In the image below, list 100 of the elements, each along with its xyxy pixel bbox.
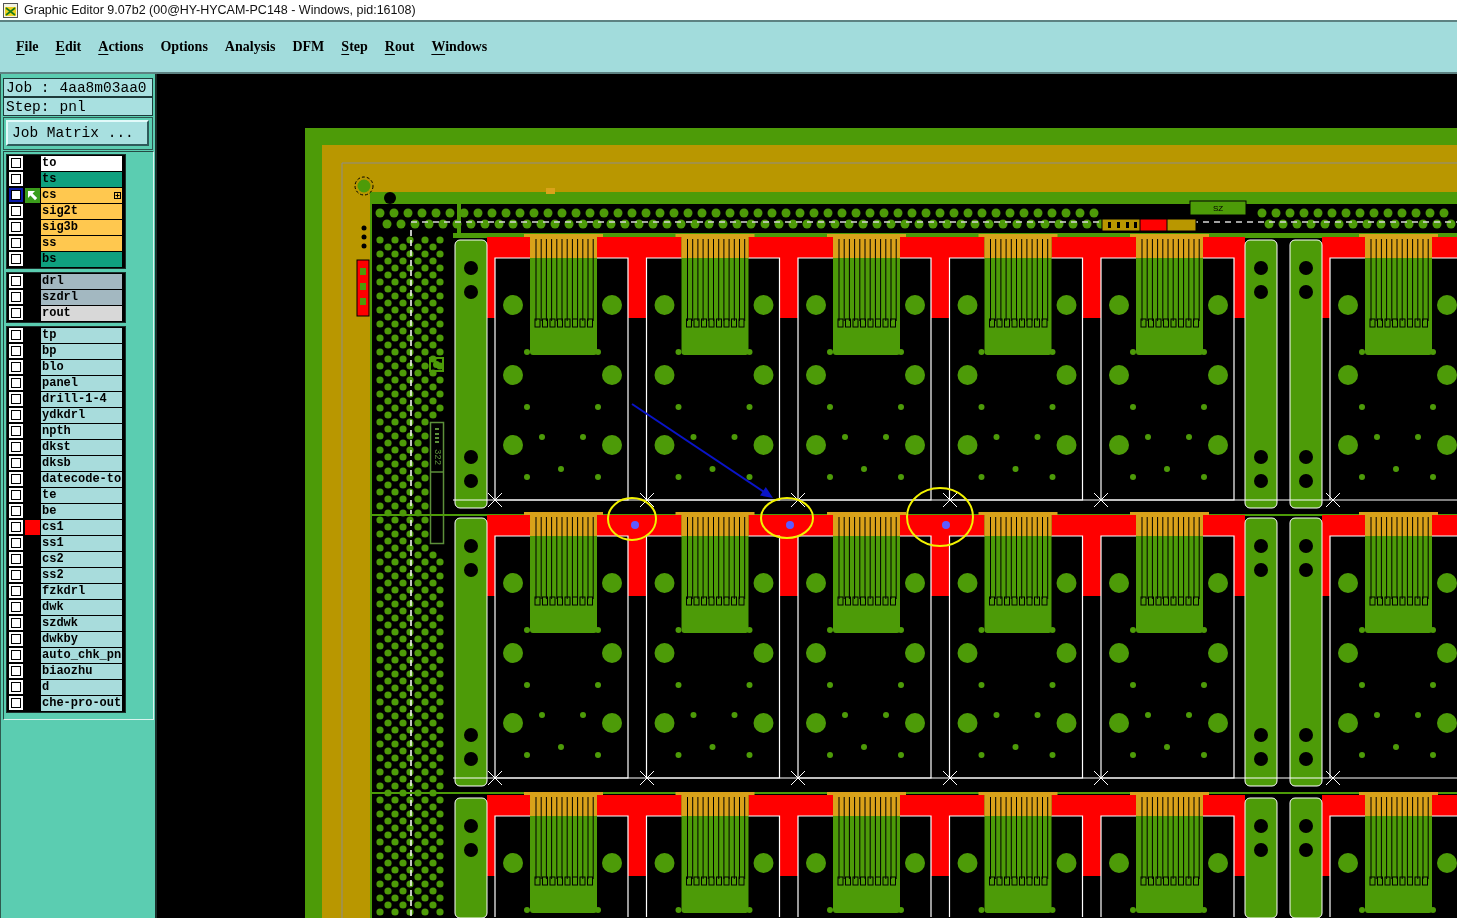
highlight-ellipse [607, 497, 657, 541]
layer-name[interactable]: drl [41, 274, 122, 289]
layer-name[interactable]: szdwk [41, 616, 122, 631]
layer-checkbox[interactable] [9, 290, 23, 304]
layer-name[interactable]: cs1 [41, 520, 122, 535]
layer-checkbox[interactable] [9, 344, 23, 358]
layer-checkbox[interactable] [9, 172, 23, 186]
layer-name[interactable]: rout [41, 306, 122, 321]
pad-icon [1437, 713, 1457, 733]
layer-checkbox[interactable] [9, 664, 23, 678]
layer-checkbox[interactable] [9, 472, 23, 486]
layer-name[interactable]: te [41, 488, 122, 503]
label-plate [1189, 200, 1247, 216]
layer-checkbox[interactable] [9, 328, 23, 342]
layer-checkbox[interactable] [9, 204, 23, 218]
layer-checkbox[interactable] [9, 552, 23, 566]
cross-mark-icon [790, 770, 806, 786]
layer-checkbox[interactable] [9, 236, 23, 250]
layer-checkbox[interactable] [9, 440, 23, 454]
job-matrix-button[interactable]: Job Matrix ... [6, 120, 149, 146]
layer-name[interactable]: fzkdrl [41, 584, 122, 599]
hole-icon [384, 192, 396, 204]
layer-name[interactable]: bs [41, 252, 122, 267]
layer-name[interactable]: panel [41, 376, 122, 391]
layer-name[interactable]: ts [41, 172, 122, 187]
layer-name[interactable]: to [41, 156, 122, 171]
layer-name[interactable]: cs [41, 188, 122, 203]
layer-name[interactable]: bp [41, 344, 122, 359]
layer-checkbox[interactable] [9, 424, 23, 438]
layer-checkbox[interactable] [9, 456, 23, 470]
cross-mark-icon [942, 492, 958, 508]
menu-item[interactable]: Edit [55, 39, 82, 55]
layer-checkbox[interactable] [9, 274, 23, 288]
menu-item[interactable]: Analysis [224, 39, 276, 55]
marker-dot-icon [786, 521, 794, 529]
layer-name[interactable]: cs2 [41, 552, 122, 567]
layer-name[interactable]: dkst [41, 440, 122, 455]
layer-name[interactable]: biaozhu [41, 664, 122, 679]
vertical-label: 322 [431, 448, 442, 466]
layer-checkbox[interactable] [9, 648, 23, 662]
layer-checkbox[interactable] [9, 376, 23, 390]
cross-mark-icon [1093, 492, 1109, 508]
menu-item[interactable]: Options [160, 39, 208, 55]
layer-checkbox[interactable] [9, 488, 23, 502]
menu-item[interactable]: Rout [384, 39, 415, 55]
layer-checkbox[interactable] [9, 408, 23, 422]
layer-checkbox[interactable] [9, 696, 23, 710]
layer-checkbox[interactable] [9, 584, 23, 598]
menu-item[interactable]: File [16, 39, 39, 55]
layer-name[interactable]: szdrl [41, 290, 122, 305]
menu-item[interactable]: Actions [98, 39, 144, 55]
layer-checkbox[interactable] [9, 632, 23, 646]
pad-icon [429, 357, 444, 372]
cross-mark-icon [1325, 770, 1341, 786]
cross-mark-icon [639, 492, 655, 508]
layer-name[interactable]: blo [41, 360, 122, 375]
pad-icon [1437, 573, 1457, 593]
job-label: Job : [6, 79, 50, 96]
layer-name[interactable]: d [41, 680, 122, 695]
layer-checkbox[interactable] [9, 680, 23, 694]
layer-name[interactable]: datecode-to [41, 472, 122, 487]
cross-mark-icon [487, 492, 503, 508]
menu-item[interactable]: Step [341, 39, 368, 55]
layer-checkbox[interactable] [9, 616, 23, 630]
layer-name[interactable]: che-pro-out [41, 696, 122, 711]
layer-name[interactable]: npth [41, 424, 122, 439]
layer-checkbox[interactable] [9, 392, 23, 406]
layer-checkbox[interactable] [9, 536, 23, 550]
pad-icon [1437, 643, 1457, 663]
layer-checkbox[interactable] [9, 306, 23, 320]
layer-checkbox[interactable] [9, 568, 23, 582]
layer-name[interactable]: ss [41, 236, 122, 251]
cross-mark-icon [942, 770, 958, 786]
menu-item[interactable]: Windows [431, 39, 488, 55]
layer-name[interactable]: be [41, 504, 122, 519]
layer-checkbox[interactable] [9, 156, 23, 170]
step-name: pnl [59, 98, 86, 115]
layer-checkbox[interactable] [9, 188, 23, 202]
step-label: Step: [6, 98, 50, 115]
layer-name[interactable]: auto_chk_pn [41, 648, 122, 663]
layer-name[interactable]: sig2t [41, 204, 122, 219]
layer-name[interactable]: tp [41, 328, 122, 343]
pad-icon [1437, 435, 1457, 455]
layer-name[interactable]: ydkdrl [41, 408, 122, 423]
layer-checkbox[interactable] [9, 600, 23, 614]
layer-checkbox[interactable] [9, 520, 23, 534]
layer-name[interactable]: drill-1-4 [41, 392, 122, 407]
layer-checkbox[interactable] [9, 360, 23, 374]
layer-checkbox[interactable] [9, 504, 23, 518]
layer-name[interactable]: dwk [41, 600, 122, 615]
cross-mark-icon [487, 770, 503, 786]
layer-checkbox[interactable] [9, 252, 23, 266]
layer-name[interactable]: sig3b [41, 220, 122, 235]
cross-mark-icon [639, 770, 655, 786]
layer-name[interactable]: dwkby [41, 632, 122, 647]
menu-item[interactable]: DFM [292, 39, 325, 55]
layer-name[interactable]: ss2 [41, 568, 122, 583]
layer-checkbox[interactable] [9, 220, 23, 234]
layer-name[interactable]: ss1 [41, 536, 122, 551]
layer-name[interactable]: dksb [41, 456, 122, 471]
